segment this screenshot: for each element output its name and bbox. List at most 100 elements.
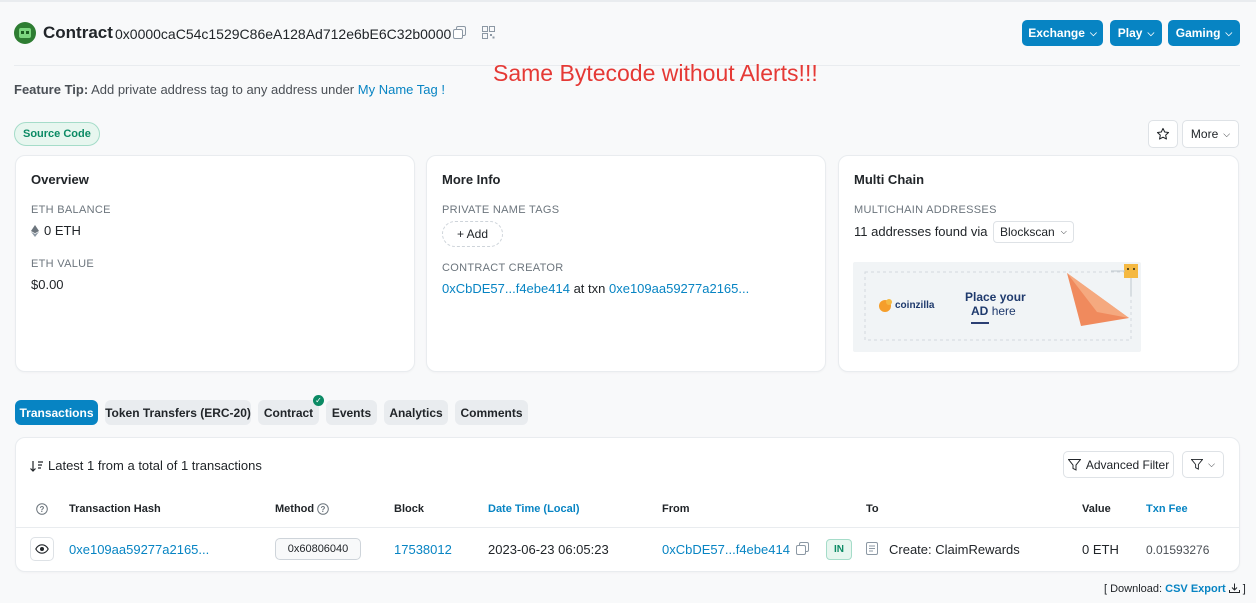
txn-hash-link[interactable]: 0xe109aa59277a2165...: [69, 542, 209, 557]
txn-datetime: 2023-06-23 06:05:23: [488, 542, 609, 557]
tip-text: Add private address tag to any address u…: [91, 82, 355, 97]
creator-txn-link[interactable]: 0xe109aa59277a2165...: [609, 281, 749, 296]
direction-badge: IN: [826, 539, 852, 560]
help-icon[interactable]: ?: [317, 503, 329, 515]
overview-title: Overview: [31, 172, 89, 187]
table-header-divider: [16, 527, 1239, 528]
svg-text:?: ?: [40, 505, 45, 514]
col-transaction-hash: Transaction Hash: [69, 503, 161, 515]
transactions-summary-text: Latest 1 from a total of 1 transactions: [48, 458, 262, 473]
star-icon: [1156, 127, 1170, 140]
txn-value: 0 ETH: [1082, 542, 1119, 557]
add-name-tag-button[interactable]: + Add: [442, 221, 504, 247]
contract-logo-icon: [14, 22, 36, 44]
gaming-label: Gaming: [1175, 26, 1221, 40]
filter-dropdown-button[interactable]: ⌵: [1182, 451, 1224, 478]
creator-at-text: at txn: [573, 281, 606, 296]
more-button[interactable]: More ⌵: [1182, 120, 1239, 148]
ad-line2: AD here: [971, 304, 1016, 318]
tab-comments[interactable]: Comments: [455, 400, 528, 425]
exchange-button[interactable]: Exchange ⌵: [1022, 20, 1103, 46]
col-from: From: [662, 503, 690, 515]
source-code-badge[interactable]: Source Code: [14, 122, 100, 146]
chevron-down-icon: ⌵: [1223, 128, 1231, 139]
verified-check-icon: ✓: [313, 395, 324, 406]
preview-button[interactable]: [30, 537, 54, 561]
advanced-filter-button[interactable]: Advanced Filter: [1063, 451, 1174, 478]
svg-text:?: ?: [321, 505, 326, 514]
chevron-down-icon: ⌵: [1089, 27, 1097, 38]
info-icon[interactable]: ?: [36, 503, 48, 518]
qr-code-icon[interactable]: [480, 24, 496, 40]
ad-brand: coinzilla: [895, 300, 935, 311]
page-title: Contract: [43, 23, 113, 42]
transactions-summary: Latest 1 from a total of 1 transactions: [30, 458, 262, 473]
gaming-button[interactable]: Gaming ⌵: [1168, 20, 1240, 46]
csv-export-link[interactable]: CSV Export: [1165, 583, 1226, 595]
ad-line2-bold: AD: [971, 304, 989, 318]
chevron-down-icon: ⌵: [1147, 27, 1155, 38]
col-method-label: Method: [275, 503, 315, 515]
to-contract-name: Create: ClaimRewards: [889, 542, 1020, 557]
chevron-down-icon: ⌵: [1060, 227, 1067, 236]
download-suffix: ]: [1242, 583, 1246, 595]
download-icon[interactable]: [1228, 583, 1240, 593]
ethereum-icon: [31, 224, 39, 237]
ad-line2-rest: here: [991, 304, 1016, 318]
from-address-link[interactable]: 0xCbDE57...f4ebe414: [662, 542, 790, 557]
contract-creator-label: CONTRACT CREATOR: [442, 262, 564, 274]
feature-tip: Feature Tip: Add private address tag to …: [14, 82, 445, 97]
annotation-overlay: Same Bytecode without Alerts!!!: [493, 60, 818, 86]
copy-icon[interactable]: [451, 24, 467, 40]
chevron-down-icon: ⌵: [1225, 27, 1233, 38]
multichain-found-text: 11 addresses found via: [854, 224, 988, 239]
favorite-button[interactable]: [1148, 120, 1178, 148]
play-button[interactable]: Play ⌵: [1110, 20, 1162, 46]
blockscan-select[interactable]: Blockscan ⌵: [993, 221, 1074, 243]
tab-transactions[interactable]: Transactions: [15, 400, 98, 425]
contract-doc-icon: [866, 542, 878, 558]
multichain-addresses-label: MULTICHAIN ADDRESSES: [854, 204, 997, 216]
col-date-time[interactable]: Date Time (Local): [488, 503, 580, 515]
eth-balance-value: 0 ETH: [44, 223, 81, 238]
download-prefix: [ Download:: [1104, 583, 1163, 595]
coinzilla-ad[interactable]: coinzilla Place your AD here: [853, 262, 1141, 352]
col-value: Value: [1082, 503, 1111, 515]
eth-value: $0.00: [31, 277, 64, 292]
tab-analytics[interactable]: Analytics: [384, 400, 448, 425]
tab-contract[interactable]: Contract: [258, 400, 319, 425]
top-border: [0, 0, 1256, 2]
blockscan-select-label: Blockscan: [1000, 225, 1055, 239]
eth-balance: 0 ETH: [31, 223, 81, 238]
multi-chain-title: Multi Chain: [854, 172, 925, 187]
eth-value-label: ETH VALUE: [31, 258, 95, 270]
col-block: Block: [394, 503, 424, 515]
col-txn-fee[interactable]: Txn Fee: [1146, 503, 1188, 515]
download-footer: [ Download: CSV Export ]: [1104, 583, 1246, 595]
filter-icon: [1067, 458, 1081, 471]
filter-icon: [1191, 459, 1204, 470]
contract-creator: 0xCbDE57...f4ebe414 at txn 0xe109aa59277…: [442, 281, 749, 296]
sort-icon: [30, 460, 43, 472]
chevron-down-icon: ⌵: [1208, 459, 1215, 469]
col-to: To: [866, 503, 879, 515]
eye-icon: [35, 544, 49, 554]
tip-prefix: Feature Tip:: [14, 82, 89, 97]
block-link[interactable]: 17538012: [394, 542, 452, 557]
contract-address: 0x0000caC54c1529C86eA128Ad712e6bE6C32b00…: [115, 26, 452, 42]
more-info-title: More Info: [442, 172, 501, 187]
txn-fee: 0.01593276: [1146, 543, 1210, 557]
ad-line1: Place your: [965, 290, 1026, 304]
overview-card: Overview ETH BALANCE 0 ETH ETH VALUE $0.…: [15, 155, 415, 372]
copy-icon[interactable]: [796, 542, 809, 558]
method-badge: 0x60806040: [275, 538, 361, 560]
private-name-tags-label: PRIVATE NAME TAGS: [442, 204, 560, 216]
more-info-card: More Info PRIVATE NAME TAGS + Add CONTRA…: [426, 155, 826, 372]
creator-address-link[interactable]: 0xCbDE57...f4ebe414: [442, 281, 570, 296]
my-name-tag-link[interactable]: My Name Tag !: [358, 82, 445, 97]
multi-chain-card: Multi Chain MULTICHAIN ADDRESSES 11 addr…: [838, 155, 1239, 372]
tab-events[interactable]: Events: [326, 400, 377, 425]
exchange-label: Exchange: [1028, 26, 1085, 40]
advanced-filter-label: Advanced Filter: [1085, 457, 1170, 472]
tab-token-transfers[interactable]: Token Transfers (ERC-20): [105, 400, 251, 425]
